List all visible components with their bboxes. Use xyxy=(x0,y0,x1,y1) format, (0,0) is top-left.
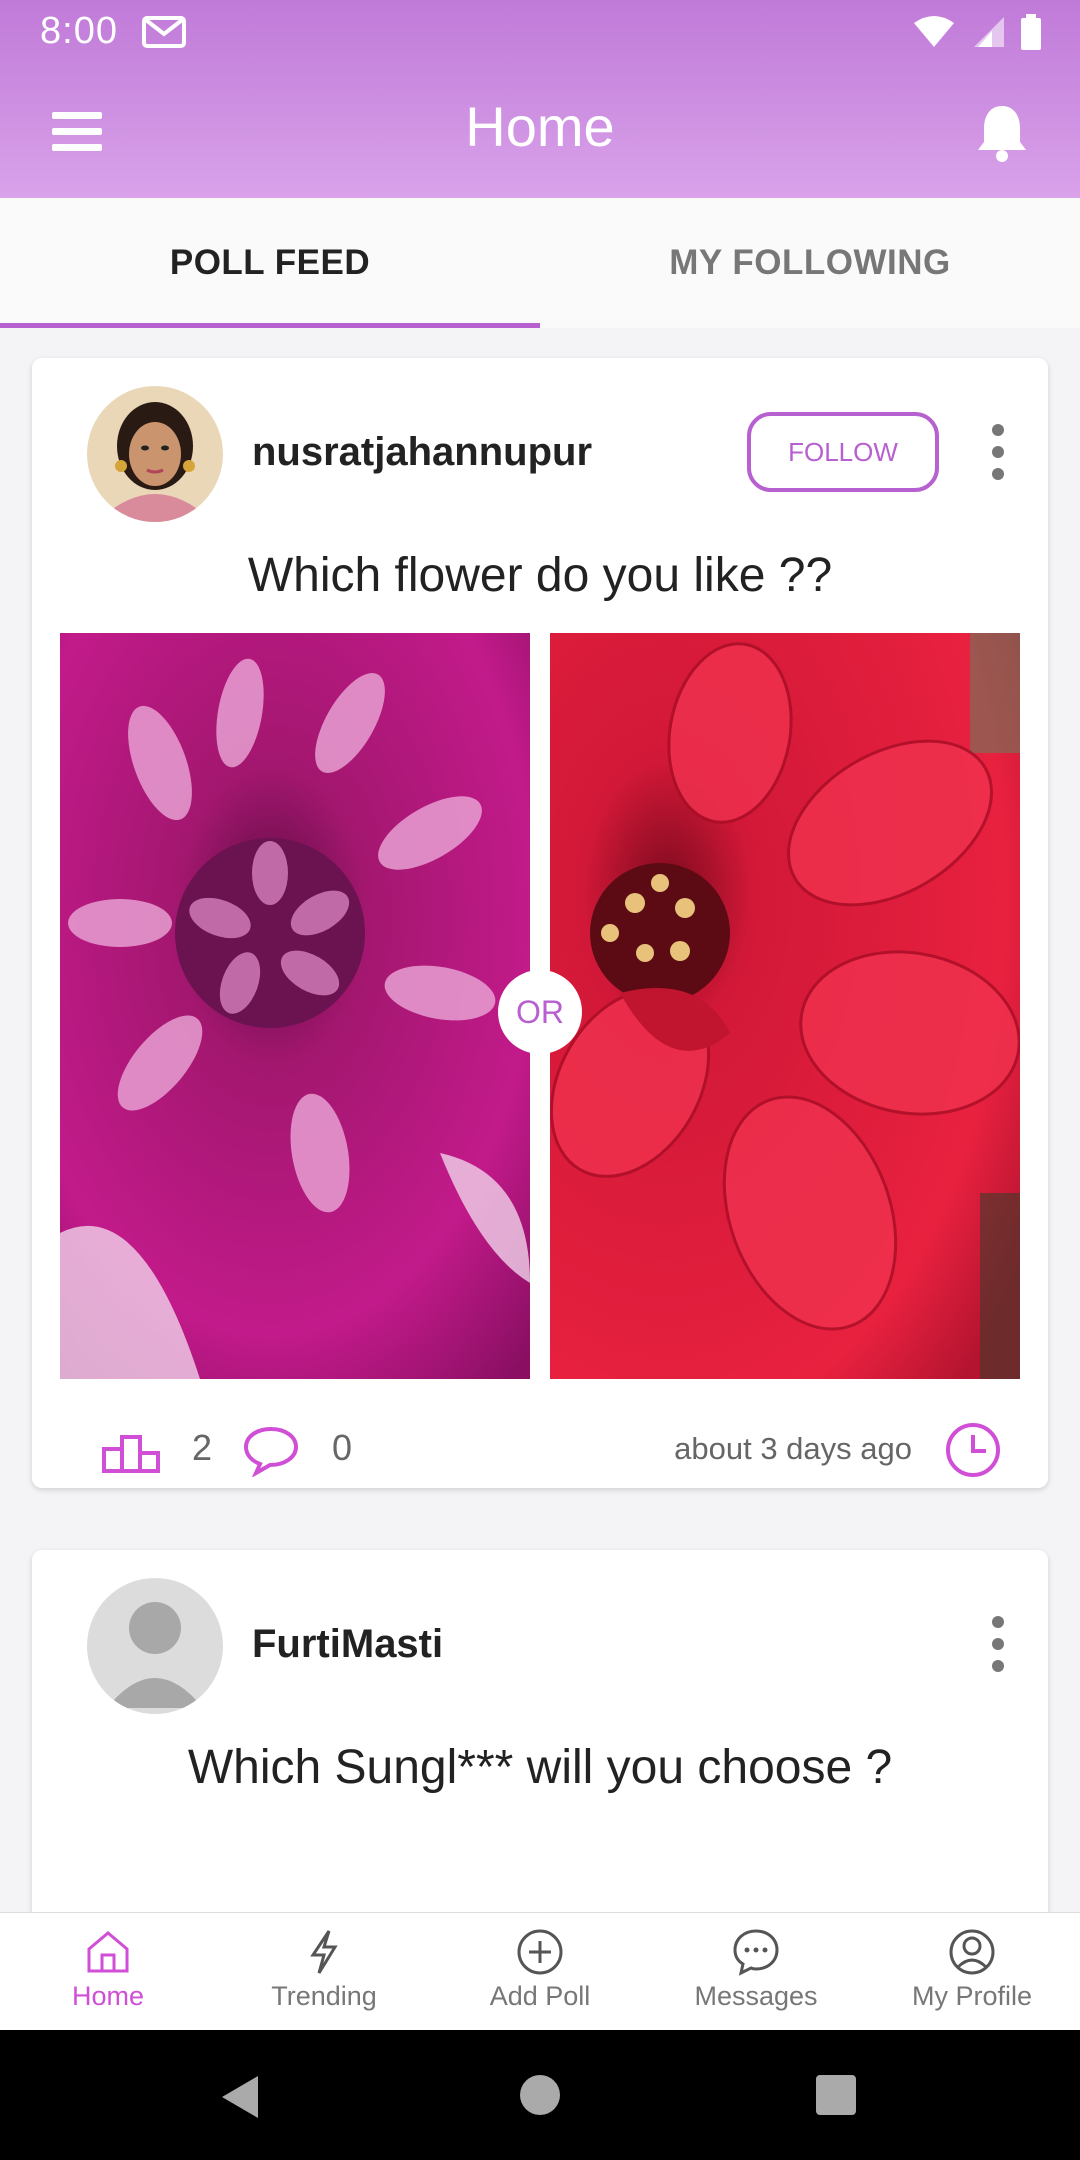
page-title: Home xyxy=(465,95,615,158)
nav-my-profile[interactable]: My Profile xyxy=(864,1913,1080,2030)
poll-option-left[interactable] xyxy=(60,633,530,1379)
avatar[interactable] xyxy=(87,1578,223,1714)
status-bar: 8:00 xyxy=(0,0,1080,66)
username[interactable]: FurtiMasti xyxy=(252,1622,443,1667)
home-icon xyxy=(87,1931,129,1973)
app-header: 8:00 Home xyxy=(0,0,1080,198)
app-root: 8:00 Home POLL FEED MY FOLLOWING nusratj… xyxy=(0,0,1080,2160)
nav-label: Add Poll xyxy=(489,1981,591,2011)
poll-question: Which Sungl*** will you choose ? xyxy=(187,1741,893,1794)
nav-label: Messages xyxy=(694,1981,818,2011)
poll-stats: 2 0 about 3 days ago xyxy=(72,1413,1032,1483)
nav-label: Home xyxy=(71,1981,145,2011)
tab-poll-feed[interactable]: POLL FEED xyxy=(0,198,540,328)
nav-home[interactable]: Home xyxy=(0,1913,216,2030)
user-circle-icon xyxy=(949,1929,995,1975)
vote-count: 2 xyxy=(192,1427,213,1468)
wifi-icon xyxy=(914,16,954,47)
signal-icon xyxy=(974,17,1004,47)
nav-messages[interactable]: Messages xyxy=(648,1913,864,2030)
tab-my-following[interactable]: MY FOLLOWING xyxy=(540,198,1080,328)
default-avatar-icon xyxy=(87,1578,223,1714)
tab-bar: POLL FEED MY FOLLOWING xyxy=(0,198,1080,328)
username[interactable]: nusratjahannupur xyxy=(252,430,592,475)
poll-card: nusratjahannupur FOLLOW Which flower do … xyxy=(32,358,1048,1488)
avatar-photo xyxy=(87,386,223,522)
more-vert-icon[interactable] xyxy=(988,422,1008,482)
timestamp: about 3 days ago xyxy=(674,1431,912,1466)
recents-icon[interactable] xyxy=(816,2075,856,2115)
status-time: 8:00 xyxy=(40,10,118,52)
toolbar: Home xyxy=(0,66,1080,198)
mail-icon xyxy=(142,16,186,48)
clock-icon xyxy=(946,1423,1000,1477)
bell-icon[interactable] xyxy=(974,102,1030,162)
avatar[interactable] xyxy=(87,386,223,522)
nav-trending[interactable]: Trending xyxy=(216,1913,432,2030)
follow-button[interactable]: FOLLOW xyxy=(747,412,939,492)
podium-icon[interactable] xyxy=(102,1433,162,1473)
bottom-navigation: Home Trending Add Poll Messages My Profi… xyxy=(0,1912,1080,2030)
poll-card: FurtiMasti Which Sungl*** will you choos… xyxy=(32,1550,1048,1930)
back-icon[interactable] xyxy=(218,2072,262,2122)
nav-add-poll[interactable]: Add Poll xyxy=(432,1913,648,2030)
plus-circle-icon xyxy=(517,1929,563,1975)
comment-icon[interactable] xyxy=(242,1425,300,1477)
flower-image-zinnia xyxy=(550,633,1020,1379)
comment-count: 0 xyxy=(332,1427,353,1468)
battery-icon xyxy=(1021,14,1041,50)
flower-image-dahlia xyxy=(60,633,530,1379)
lightning-icon xyxy=(310,1930,338,1974)
or-badge: OR xyxy=(498,970,582,1054)
chat-bubble-icon xyxy=(733,1929,779,1976)
nav-label: My Profile xyxy=(911,1981,1033,2011)
system-navigation-bar xyxy=(0,2030,1080,2160)
nav-label: Trending xyxy=(271,1981,377,2011)
more-vert-icon[interactable] xyxy=(988,1614,1008,1674)
home-button-icon[interactable] xyxy=(520,2075,560,2115)
poll-option-right[interactable] xyxy=(550,633,1020,1379)
poll-question: Which flower do you like ?? xyxy=(247,549,833,602)
